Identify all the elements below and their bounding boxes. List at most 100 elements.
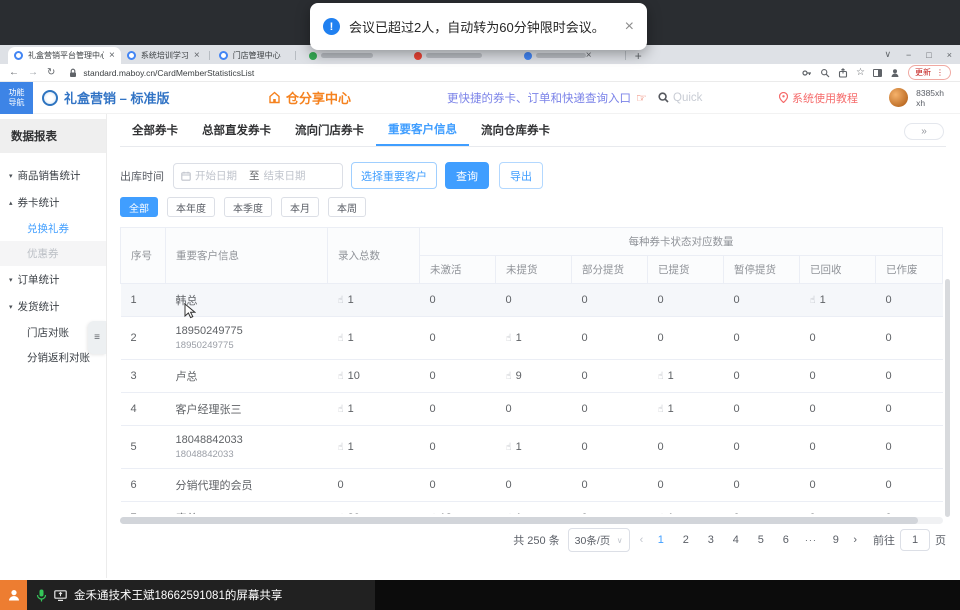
minimize-icon[interactable]: − [906, 50, 911, 60]
share-icon[interactable] [838, 68, 848, 78]
table-row[interactable]: 3卢总☝100☝90☝1000 [121, 360, 943, 393]
scrollbar-thumb[interactable] [120, 517, 918, 524]
page-number[interactable]: 3 [703, 534, 718, 546]
count-link[interactable]: ☝10 [338, 370, 360, 382]
sidebar-item[interactable]: 兑换礼券 [0, 216, 106, 241]
tab-close-icon[interactable]: × [586, 51, 592, 61]
content-tab[interactable]: 流向仓库券卡 [469, 114, 562, 146]
column-header: 已提货 [648, 256, 724, 284]
page-number[interactable]: 1 [653, 534, 668, 546]
quick-filter-button[interactable]: 本季度 [224, 197, 272, 217]
share-center-link[interactable]: 仓分享中心 [268, 88, 351, 107]
avatar[interactable] [889, 88, 908, 107]
quick-filter-button[interactable]: 全部 [120, 197, 158, 217]
bookmark-star-icon[interactable]: ☆ [856, 68, 865, 78]
feature-nav-toggle[interactable]: 功能 导航 [0, 82, 33, 114]
count-link[interactable]: ☝1 [338, 441, 354, 453]
side-panel-icon[interactable] [873, 69, 882, 77]
browser-tab[interactable]: 礼盒营销平台管理中心× [8, 47, 121, 64]
count-link[interactable]: ☝1 [506, 332, 522, 344]
column-header: 暂停提货 [724, 256, 800, 284]
zoom-icon[interactable] [820, 68, 830, 78]
table-row[interactable]: 1韩总☝100000☝10 [121, 284, 943, 317]
sidebar-item[interactable]: ▾订单统计 [0, 266, 106, 293]
sidebar-item[interactable]: 优惠券 [0, 241, 106, 266]
select-customer-button[interactable]: 选择重要客户 [351, 162, 437, 189]
table-row[interactable]: 51804884203318048842033☝10☝100000 [121, 426, 943, 469]
kebab-menu-icon[interactable]: ⋮ [936, 68, 944, 77]
table-row[interactable]: 4客户经理张三☝1000☝1000 [121, 393, 943, 426]
count-value: 0 [658, 479, 664, 491]
goto-page-input[interactable] [900, 529, 930, 551]
count-link[interactable]: ☝1 [658, 370, 674, 382]
sidebar-item[interactable]: ▴券卡统计 [0, 189, 106, 216]
count-value: 0 [734, 332, 740, 344]
count-link[interactable]: ☝1 [506, 512, 522, 514]
tab-close-icon[interactable]: × [109, 51, 115, 61]
tab-search-icon[interactable]: ∨ [884, 49, 891, 60]
count-link[interactable]: ☝1 [338, 403, 354, 415]
count-link[interactable]: ☝1 [658, 512, 674, 514]
count-link[interactable]: ☝1 [338, 294, 354, 306]
profile-icon[interactable] [890, 68, 900, 78]
page-number[interactable]: 2 [678, 534, 693, 546]
count-link[interactable]: ☝1 [338, 332, 354, 344]
column-header: 录入总数 [328, 228, 420, 284]
chrome-update-button[interactable]: 更新 ⋮ [908, 65, 951, 80]
sidebar-item[interactable]: ▾商品销售统计 [0, 162, 106, 189]
content-tab[interactable]: 全部券卡 [120, 114, 190, 146]
count-value: 0 [734, 441, 740, 453]
quick-entry-link[interactable]: 更快捷的券卡、订单和快递查询入口 [447, 90, 631, 106]
count-link[interactable]: ☝1 [506, 441, 522, 453]
back-icon[interactable]: ← [9, 68, 19, 78]
tutorial-link[interactable]: 系统使用教程 [779, 90, 858, 106]
table-row[interactable]: 21895024977518950249775☝10☝100000 [121, 317, 943, 360]
query-button[interactable]: 查询 [445, 162, 489, 189]
date-range-picker[interactable]: 至 [173, 163, 343, 189]
maximize-icon[interactable]: □ [926, 50, 931, 60]
content-tab[interactable]: 重要客户信息 [376, 114, 469, 146]
url-field[interactable]: standard.maboy.cn/CardMemberStatisticsLi… [64, 66, 793, 80]
toast-close-icon[interactable]: × [625, 19, 634, 35]
page-number[interactable]: 5 [753, 534, 768, 546]
count-value: 10 [348, 370, 360, 382]
new-tab-button[interactable]: + [635, 49, 642, 63]
prev-page-button[interactable]: ‹ [638, 534, 646, 546]
reload-icon[interactable]: ↻ [47, 68, 55, 78]
table-row[interactable]: 6分销代理的会员00000000 [121, 469, 943, 502]
key-icon[interactable] [802, 68, 812, 78]
next-page-button[interactable]: › [851, 534, 859, 546]
horizontal-scrollbar[interactable] [120, 517, 943, 524]
quick-filter-button[interactable]: 本周 [328, 197, 366, 217]
count-link[interactable]: ☝1 [658, 403, 674, 415]
count-link[interactable]: ☝1 [810, 294, 826, 306]
close-icon[interactable]: × [947, 50, 952, 60]
date-start-input[interactable] [195, 170, 245, 182]
content-tab[interactable]: 流向门店券卡 [283, 114, 376, 146]
page-number[interactable]: 9 [828, 534, 843, 546]
sidebar-item[interactable]: ▾发货统计 [0, 293, 106, 320]
browser-tab[interactable]: 系统培训学习× [121, 47, 206, 64]
forward-icon[interactable]: → [28, 68, 38, 78]
vertical-scrollbar[interactable] [945, 279, 950, 517]
more-tabs-button[interactable]: » [904, 123, 944, 140]
sidebar-drawer-handle[interactable]: ≡ [88, 321, 106, 354]
export-button[interactable]: 导出 [499, 162, 543, 189]
page-number[interactable]: 4 [728, 534, 743, 546]
page-ellipsis[interactable]: ··· [803, 535, 818, 545]
quick-filter-button[interactable]: 本年度 [167, 197, 215, 217]
count-link[interactable]: ☝9 [506, 370, 522, 382]
count-link[interactable]: ☝18 [430, 512, 452, 514]
content-tab[interactable]: 总部直发券卡 [190, 114, 283, 146]
date-end-input[interactable] [264, 170, 314, 182]
sidebar-item-label: 券卡统计 [18, 195, 60, 210]
table-row[interactable]: 7唐总☝20☝18☝10☝1000 [121, 502, 943, 515]
page-number[interactable]: 6 [778, 534, 793, 546]
quick-filter-button[interactable]: 本月 [281, 197, 319, 217]
tab-close-icon[interactable]: × [194, 51, 200, 61]
quick-search-input[interactable] [673, 92, 717, 104]
count-link[interactable]: ☝20 [338, 512, 360, 514]
page-size-select[interactable]: 30条/页 ∨ [568, 528, 630, 552]
browser-tab[interactable]: 门店管理中心 [213, 47, 292, 64]
count-cell: 0 [800, 360, 876, 393]
